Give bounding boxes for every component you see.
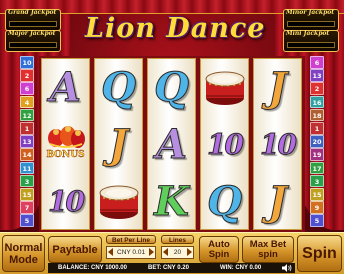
jackpot-major-label: Major Jackpot bbox=[8, 30, 56, 37]
bet-per-line-decrease-icon[interactable] bbox=[108, 248, 113, 256]
lines-decrease-icon[interactable] bbox=[163, 248, 168, 256]
symbol-q: Q bbox=[101, 63, 137, 111]
reel-cell: J bbox=[254, 173, 301, 230]
payline-indicator[interactable]: 6 bbox=[20, 82, 34, 96]
payline-indicator[interactable]: 18 bbox=[310, 108, 324, 122]
payline-indicator[interactable]: 13 bbox=[310, 69, 324, 82]
auto-spin-button[interactable]: Auto Spin bbox=[199, 236, 239, 263]
jackpot-major: Major Jackpot bbox=[5, 30, 61, 52]
reel-cell: 10 bbox=[42, 173, 89, 230]
reel-5: J 10 J bbox=[253, 58, 302, 230]
drum-icon bbox=[99, 185, 138, 219]
reel-cell: Q bbox=[201, 173, 248, 230]
payline-indicator[interactable]: 20 bbox=[310, 135, 324, 148]
payline-indicator[interactable]: 7 bbox=[20, 201, 34, 214]
payline-indicator[interactable]: 1 bbox=[20, 121, 34, 135]
payline-indicator[interactable]: 5 bbox=[310, 214, 324, 227]
bonus-symbol-label: BONUS bbox=[46, 149, 85, 160]
payline-indicator[interactable]: 1 bbox=[310, 121, 324, 135]
payline-indicator[interactable]: 17 bbox=[310, 161, 324, 175]
bonus-symbol: BONUS bbox=[44, 120, 88, 170]
reel-1: A BONUS 10 bbox=[41, 58, 90, 230]
reel-cell: BONUS bbox=[42, 116, 89, 173]
jackpot-mini: Mini Jackpot bbox=[283, 30, 339, 52]
payline-indicator[interactable]: 2 bbox=[20, 69, 34, 82]
reel-cell: Q bbox=[148, 59, 195, 116]
win-readout: WIN: CNY 0.00 bbox=[220, 265, 262, 271]
payline-indicator[interactable]: 16 bbox=[310, 95, 324, 109]
max-bet-spin-button[interactable]: Max Bet spin bbox=[242, 236, 294, 263]
symbol-a: A bbox=[155, 120, 188, 168]
payline-indicator[interactable]: 4 bbox=[20, 95, 34, 109]
payline-indicator[interactable]: 3 bbox=[310, 174, 324, 188]
jackpot-minor-label: Minor Jackpot bbox=[286, 9, 335, 16]
symbol-j: J bbox=[268, 177, 288, 225]
symbol-10: 10 bbox=[48, 184, 86, 218]
paylines-left: 10 2 6 4 12 1 13 14 11 3 15 7 5 bbox=[20, 56, 34, 227]
jackpot-minor-meter bbox=[287, 21, 335, 27]
reel-cell: 10 bbox=[201, 116, 248, 173]
symbol-a: A bbox=[49, 63, 82, 111]
jackpot-major-meter bbox=[9, 42, 57, 48]
reel-cell: J bbox=[95, 116, 142, 173]
payline-indicator[interactable]: 15 bbox=[310, 187, 324, 201]
jackpot-grand-label: Grand Jackpot bbox=[8, 9, 57, 16]
payline-indicator[interactable]: 3 bbox=[20, 174, 34, 188]
symbol-j: J bbox=[268, 63, 288, 111]
payline-indicator[interactable]: 5 bbox=[20, 214, 34, 227]
payline-indicator[interactable]: 13 bbox=[20, 135, 34, 148]
reel-cell: J bbox=[254, 59, 301, 116]
payline-indicator[interactable]: 14 bbox=[20, 148, 34, 161]
lion-dancers-icon bbox=[47, 125, 85, 148]
speaker-icon[interactable] bbox=[282, 264, 292, 272]
payline-indicator[interactable]: 19 bbox=[310, 148, 324, 161]
reel-cell: 10 bbox=[254, 116, 301, 173]
spin-button[interactable]: Spin bbox=[297, 235, 342, 272]
reel-window: A BONUS 10 Q J Q A K 10 Q J 10 J bbox=[39, 56, 305, 232]
payline-indicator[interactable]: 2 bbox=[310, 82, 324, 96]
paylines-right: 6 13 2 16 18 1 20 19 17 3 15 9 5 bbox=[310, 56, 324, 227]
bet-per-line-label: Bet Per Line bbox=[106, 235, 156, 244]
reel-2: QJ bbox=[94, 58, 143, 230]
payline-indicator[interactable]: 10 bbox=[20, 56, 34, 69]
reel-cell: Q bbox=[95, 59, 142, 116]
symbol-10: 10 bbox=[207, 127, 245, 161]
symbol-j: J bbox=[109, 120, 129, 168]
bet-readout: BET: CNY 0.20 bbox=[148, 265, 189, 271]
drum-icon bbox=[205, 71, 244, 105]
reel-cell: A bbox=[148, 116, 195, 173]
status-bar: BALANCE: CNY 1000.00 BET: CNY 0.20 WIN: … bbox=[48, 263, 295, 273]
jackpot-mini-meter bbox=[287, 42, 335, 48]
reel-3: QAK bbox=[147, 58, 196, 230]
reel-cell bbox=[95, 173, 142, 230]
lines-increase-icon[interactable] bbox=[187, 248, 192, 256]
symbol-10: 10 bbox=[260, 127, 298, 161]
bet-per-line-increase-icon[interactable] bbox=[149, 248, 154, 256]
control-panel: Normal Mode Paytable Bet Per Line CNY 0.… bbox=[0, 232, 344, 274]
lines-label: Lines bbox=[161, 235, 194, 244]
jackpot-mini-label: Mini Jackpot bbox=[286, 30, 330, 37]
jackpot-minor: Minor Jackpot bbox=[283, 9, 339, 31]
reel-4: 10 Q bbox=[200, 58, 249, 230]
normal-mode-button[interactable]: Normal Mode bbox=[2, 235, 45, 272]
jackpot-grand-meter bbox=[9, 21, 57, 27]
payline-indicator[interactable]: 12 bbox=[20, 108, 34, 122]
reel-cell: K bbox=[148, 173, 195, 230]
symbol-q: Q bbox=[207, 177, 243, 225]
game-logo: Lion Dance bbox=[85, 13, 266, 44]
payline-indicator[interactable]: 6 bbox=[310, 56, 324, 69]
payline-indicator[interactable]: 15 bbox=[20, 187, 34, 201]
balance-readout: BALANCE: CNY 1000.00 bbox=[58, 265, 127, 271]
symbol-q: Q bbox=[154, 63, 190, 111]
reel-cell: A bbox=[42, 59, 89, 116]
jackpot-grand: Grand Jackpot bbox=[5, 9, 61, 31]
slot-game-stage: Grand Jackpot Major Jackpot Minor Jackpo… bbox=[0, 0, 344, 274]
symbol-k: K bbox=[154, 177, 190, 225]
paytable-button[interactable]: Paytable bbox=[48, 236, 102, 263]
reel-cell bbox=[201, 59, 248, 116]
payline-indicator[interactable]: 9 bbox=[310, 201, 324, 214]
payline-indicator[interactable]: 11 bbox=[20, 161, 34, 175]
